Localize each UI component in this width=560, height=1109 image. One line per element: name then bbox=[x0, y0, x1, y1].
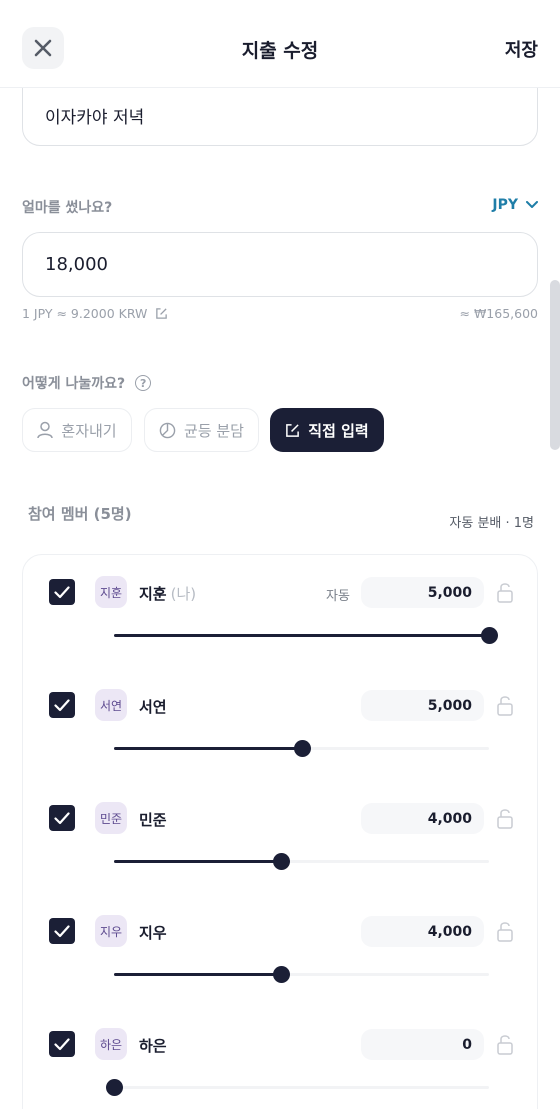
member-row: 민준 민준 bbox=[23, 785, 539, 885]
slider-track bbox=[114, 1086, 489, 1089]
member-row: 지우 지우 bbox=[23, 898, 539, 998]
member-name: 지우 bbox=[139, 924, 167, 942]
top-bar: 지출 수정 저장 bbox=[0, 0, 560, 88]
members-card: 지훈 지훈(나) 자동 서연 서연 민준 bbox=[22, 554, 538, 1109]
avatar: 지훈 bbox=[95, 576, 127, 608]
currency-value: JPY bbox=[492, 197, 518, 213]
member-name: 서연 bbox=[139, 698, 167, 716]
split-option-label: 직접 입력 bbox=[308, 421, 369, 440]
slider-thumb[interactable] bbox=[481, 627, 498, 644]
exchange-rate-text: 1 JPY ≈ 9.2000 KRW bbox=[22, 306, 148, 321]
member-name-wrap: 민준 bbox=[139, 809, 167, 830]
share-amount-input[interactable] bbox=[361, 690, 484, 721]
share-amount-input[interactable] bbox=[361, 803, 484, 834]
share-slider[interactable] bbox=[106, 1076, 489, 1100]
member-name-wrap: 하은 bbox=[139, 1035, 167, 1056]
check-icon bbox=[54, 1037, 70, 1050]
save-button[interactable]: 저장 bbox=[505, 36, 538, 62]
edit-icon bbox=[286, 423, 300, 437]
auto-distribution-info: 자동 분배 · 1명 bbox=[449, 516, 534, 531]
slider-fill bbox=[114, 860, 281, 863]
member-name: 지훈 bbox=[139, 585, 167, 603]
avatar: 민준 bbox=[95, 802, 127, 834]
lock-icon[interactable] bbox=[496, 581, 514, 603]
member-name: 민준 bbox=[139, 811, 167, 829]
member-name-wrap: 지훈 (나) bbox=[139, 583, 196, 604]
slider-thumb[interactable] bbox=[272, 853, 290, 870]
amount-label: 얼마를 썼나요? bbox=[22, 200, 113, 216]
chevron-down-icon bbox=[526, 201, 538, 208]
slider-thumb[interactable] bbox=[272, 966, 290, 983]
avatar: 하은 bbox=[95, 1028, 127, 1060]
check-icon bbox=[54, 811, 70, 824]
member-name-wrap: 지우 bbox=[139, 922, 167, 943]
slider-fill bbox=[114, 973, 281, 976]
share-amount-input[interactable] bbox=[361, 916, 484, 947]
amount-input[interactable] bbox=[45, 233, 485, 295]
share-amount-input[interactable] bbox=[361, 1029, 484, 1060]
split-option-custom[interactable]: 직접 입력 bbox=[270, 408, 384, 452]
lock-icon[interactable] bbox=[496, 807, 514, 829]
check-icon bbox=[54, 698, 70, 711]
split-option-label: 균등 분담 bbox=[184, 421, 244, 440]
lock-icon[interactable] bbox=[496, 1033, 514, 1055]
scrollbar[interactable] bbox=[550, 280, 560, 450]
member-checkbox[interactable] bbox=[49, 692, 75, 718]
share-amount-input[interactable] bbox=[361, 577, 484, 608]
converted-amount: ≈ ₩165,600 bbox=[459, 306, 539, 321]
member-name: 하은 bbox=[139, 1037, 167, 1055]
member-checkbox[interactable] bbox=[49, 805, 75, 831]
split-option-equal[interactable]: 균등 분담 bbox=[144, 408, 259, 452]
member-checkbox[interactable] bbox=[49, 1031, 75, 1057]
exchange-rate[interactable]: 1 JPY ≈ 9.2000 KRW bbox=[22, 306, 168, 321]
member-row: 지훈 지훈 (나) 자동 bbox=[23, 559, 539, 659]
amount-field[interactable] bbox=[22, 232, 538, 297]
slider-thumb[interactable] bbox=[293, 740, 311, 757]
member-checkbox[interactable] bbox=[49, 918, 75, 944]
person-icon bbox=[37, 421, 54, 439]
split-option-label: 혼자내기 bbox=[61, 421, 117, 440]
avatar: 지우 bbox=[95, 915, 127, 947]
member-checkbox[interactable] bbox=[49, 579, 75, 605]
check-icon bbox=[54, 585, 70, 598]
share-slider[interactable] bbox=[114, 737, 489, 761]
check-icon bbox=[54, 924, 70, 937]
help-icon[interactable]: ? bbox=[135, 375, 152, 391]
pie-icon bbox=[159, 422, 176, 438]
edit-icon[interactable] bbox=[155, 307, 168, 320]
page-title: 지출 수정 bbox=[241, 40, 319, 62]
lock-icon[interactable] bbox=[496, 694, 514, 716]
split-option-solo[interactable]: 혼자내기 bbox=[22, 408, 132, 452]
slider-thumb[interactable] bbox=[106, 1079, 123, 1096]
expense-title-value[interactable]: 이자카야 저녁 bbox=[45, 103, 144, 128]
auto-tag: 자동 bbox=[326, 589, 350, 604]
member-me-tag: (나) bbox=[170, 585, 197, 603]
currency-select[interactable]: JPY bbox=[492, 197, 538, 213]
slider-fill bbox=[114, 634, 489, 637]
member-row: 하은 하은 bbox=[23, 1011, 539, 1109]
slider-fill bbox=[114, 747, 302, 750]
share-slider[interactable] bbox=[114, 624, 498, 648]
avatar: 서연 bbox=[95, 689, 127, 721]
member-row: 서연 서연 bbox=[23, 672, 539, 772]
member-name-wrap: 서연 bbox=[139, 696, 167, 717]
lock-icon[interactable] bbox=[496, 920, 514, 942]
split-label-row: 어떻게 나눌까요? ? bbox=[22, 373, 152, 393]
split-label: 어떻게 나눌까요? bbox=[22, 376, 126, 392]
share-slider[interactable] bbox=[114, 963, 489, 987]
members-title: 참여 멤버 (5명) bbox=[28, 505, 132, 523]
share-slider[interactable] bbox=[114, 850, 489, 874]
